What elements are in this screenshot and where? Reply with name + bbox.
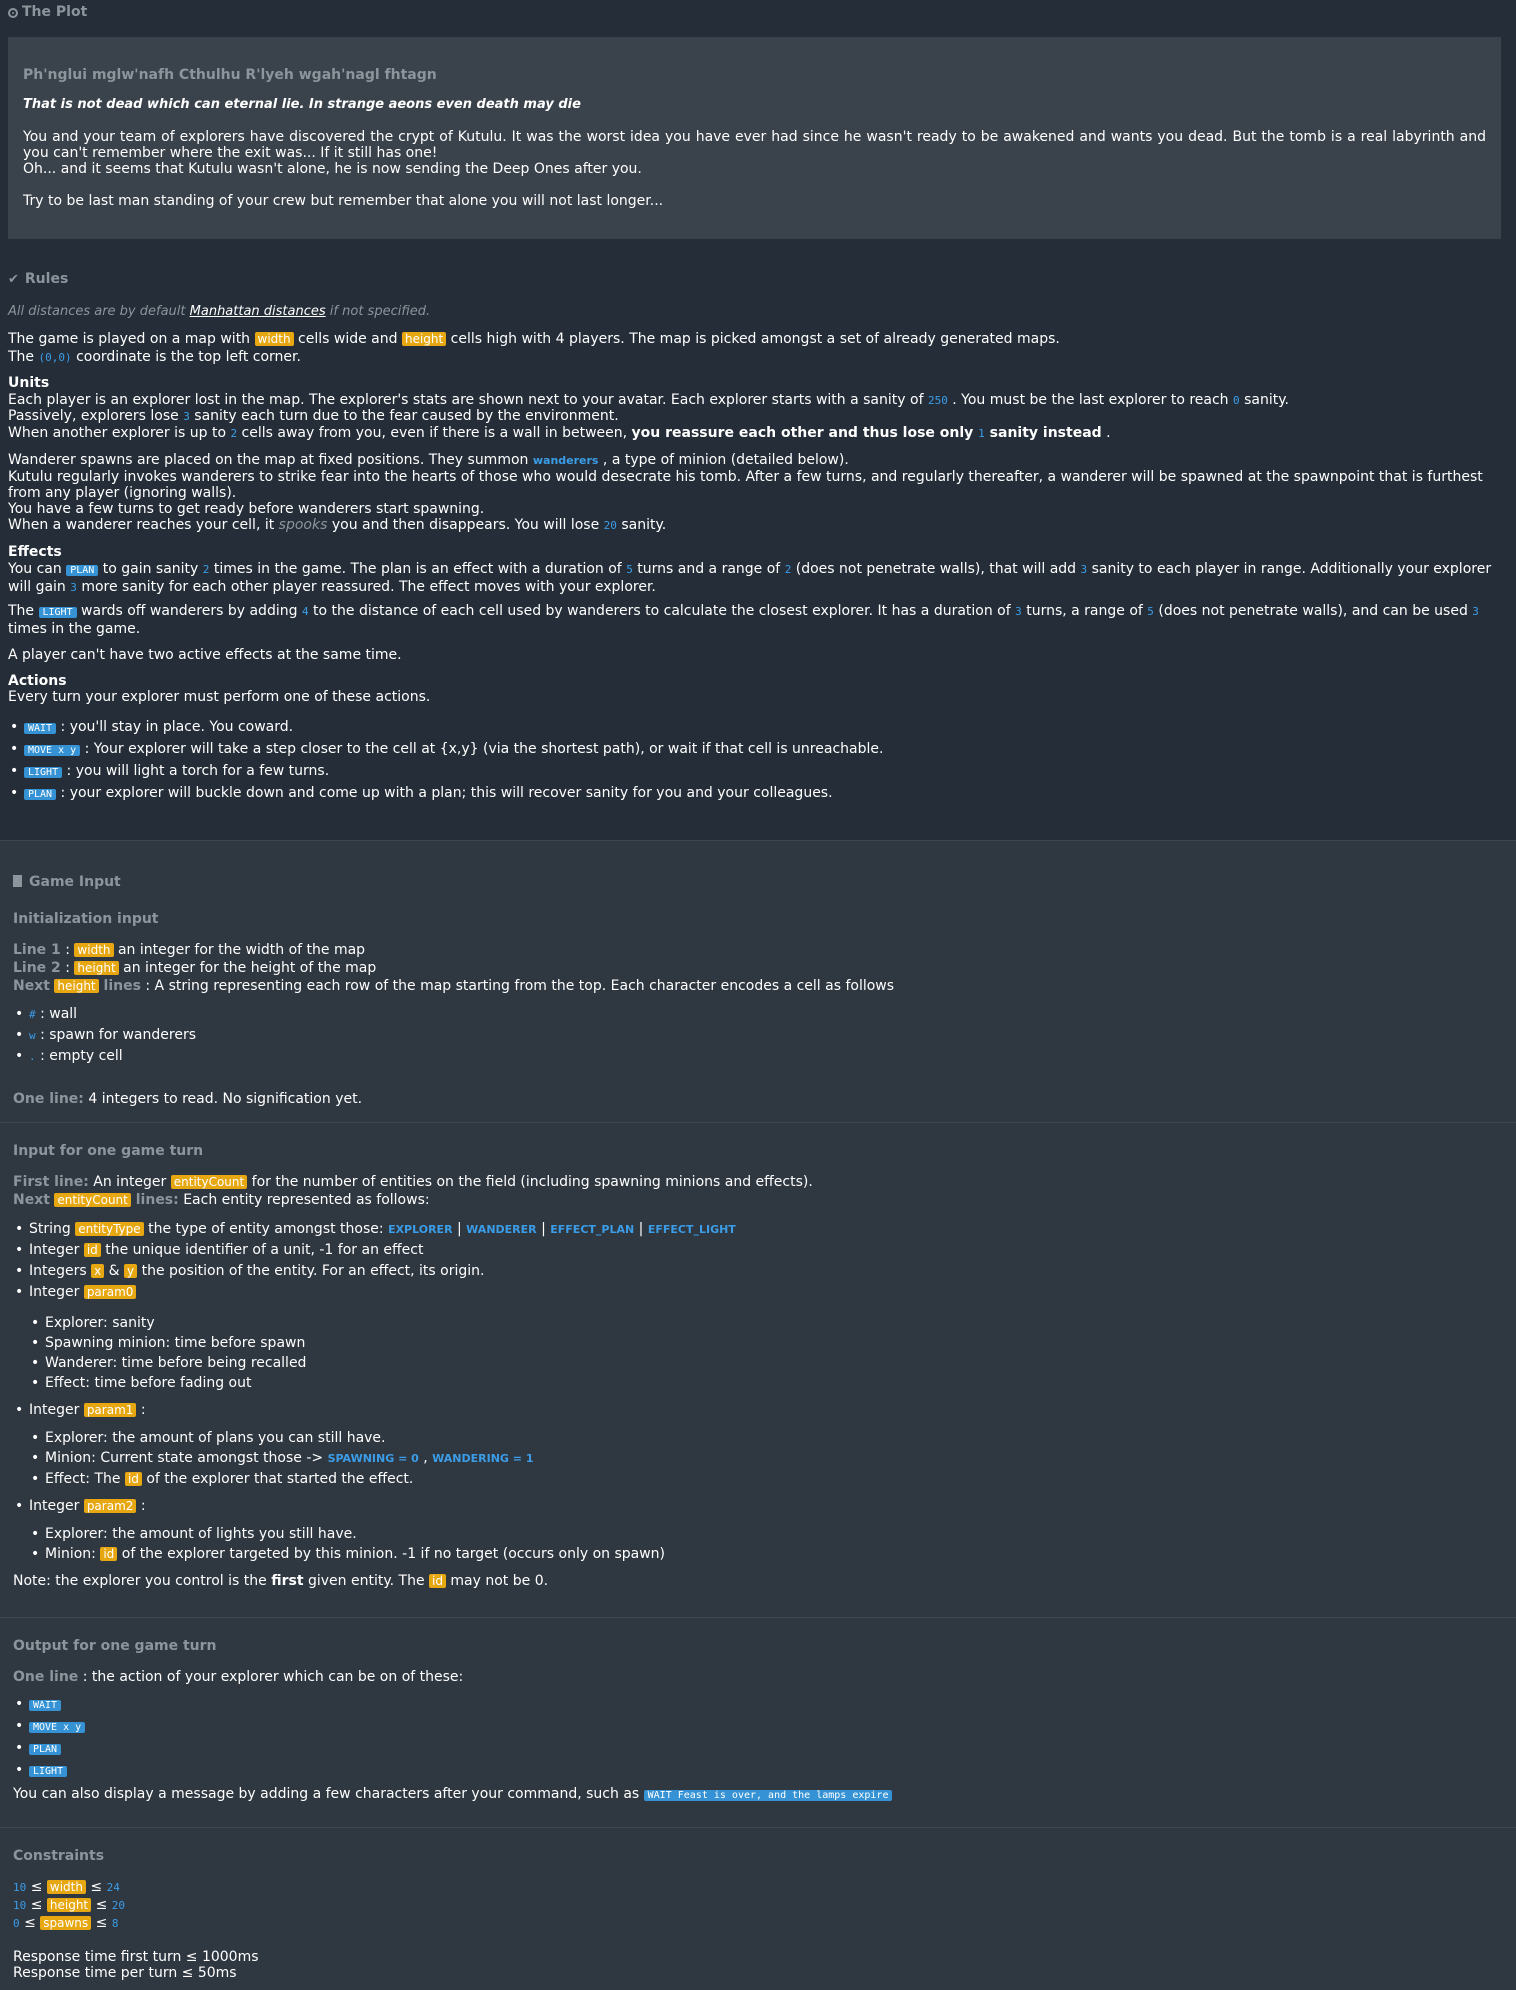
list-item: Spawning minion: time before spawn	[29, 1333, 306, 1353]
output-line: One line : the action of your explorer w…	[13, 1669, 464, 1685]
list-item: String entityType the type of entity amo…	[13, 1219, 736, 1240]
list-item: PLAN	[13, 1738, 85, 1760]
game-input-title: Game Input	[13, 874, 121, 890]
target-icon	[8, 8, 18, 18]
list-item: Integer param2 :	[13, 1496, 146, 1517]
list-item: LIGHT	[13, 1760, 85, 1782]
effects-light: The LIGHT wards off wanderers by adding …	[8, 603, 1479, 637]
list-item: Explorer: the amount of plans you can st…	[29, 1428, 533, 1448]
list-item: Minion: Current state amongst those -> S…	[29, 1448, 533, 1469]
list-item: w : spawn for wanderers	[13, 1025, 196, 1046]
units-line2: Passively, explorers lose 3 sanity each …	[8, 408, 619, 424]
list-item: PLAN : your explorer will buckle down an…	[8, 783, 883, 805]
units-line1: Each player is an explorer lost in the m…	[8, 392, 1289, 408]
param1-list: Explorer: the amount of plans you can st…	[29, 1428, 533, 1489]
init-line2: Line 2 : height an integer for the heigh…	[13, 960, 377, 976]
plot-para3: Try to be last man standing of your crew…	[23, 193, 664, 209]
list-item: # : wall	[13, 1004, 196, 1025]
list-item: Explorer: sanity	[29, 1313, 306, 1333]
list-item: Explorer: the amount of lights you still…	[29, 1524, 665, 1544]
document-icon	[13, 875, 22, 887]
rules-distance: All distances are by default Manhattan d…	[8, 304, 431, 319]
list-item: WAIT : you'll stay in place. You coward.	[8, 717, 883, 739]
list-item: MOVE x y : Your explorer will take a ste…	[8, 739, 883, 761]
entity-list: String entityType the type of entity amo…	[13, 1219, 736, 1303]
wanderer-line3: You have a few turns to get ready before…	[8, 501, 485, 517]
units-line3: When another explorer is up to 2 cells a…	[8, 425, 1111, 441]
rules-map: The game is played on a map with width c…	[8, 331, 1060, 347]
init-input-title: Initialization input	[13, 911, 159, 927]
wanderer-line4: When a wanderer reaches your cell, it sp…	[8, 517, 667, 533]
effects-plan: You can PLAN to gain sanity 2 times in t…	[8, 561, 1492, 595]
effects-note: A player can't have two active effects a…	[8, 647, 402, 663]
output-cmd-list: WAIT MOVE x y PLAN LIGHT	[13, 1694, 86, 1782]
manhattan-link[interactable]: Manhattan distances	[190, 304, 326, 319]
list-item: Integers x & y the position of the entit…	[13, 1261, 736, 1282]
list-item: Integer param1 :	[13, 1400, 146, 1421]
turn-next-lines: Next entityCount lines: Each entity repr…	[13, 1192, 430, 1208]
divider	[0, 840, 1516, 841]
wanderer-line2: Kutulu regularly invokes wanderers to st…	[8, 469, 1483, 501]
list-item: Minion: id of the explorer targeted by t…	[29, 1544, 665, 1564]
actions-list: WAIT : you'll stay in place. You coward.…	[8, 717, 883, 805]
response-time-first: Response time first turn ≤ 1000ms	[13, 1949, 259, 1965]
plot-para1: You and your team of explorers have disc…	[23, 129, 1486, 161]
game-input-panel	[0, 840, 1516, 1990]
init-next-lines: Next height lines : A string representin…	[13, 978, 895, 994]
list-item: . : empty cell	[13, 1046, 196, 1067]
wanderer-line1: Wanderer spawns are placed on the map at…	[8, 452, 849, 468]
plot-quote: That is not dead which can eternal lie. …	[23, 97, 581, 112]
turn-input-title: Input for one game turn	[13, 1143, 204, 1159]
list-item: LIGHT : you will light a torch for a few…	[8, 761, 883, 783]
constraint-row: 0 ≤ spawns ≤ 8	[13, 1915, 119, 1931]
plot-chant: Ph'nglui mglw'nafh Cthulhu R'lyeh wgah'n…	[23, 67, 437, 83]
param0-list: Explorer: sanity Spawning minion: time b…	[29, 1313, 306, 1393]
list-item: Effect: The id of the explorer that star…	[29, 1469, 533, 1489]
init-oneline: One line: 4 integers to read. No signifi…	[13, 1091, 363, 1107]
divider	[0, 1122, 1516, 1123]
output-message: You can also display a message by adding…	[13, 1786, 893, 1804]
cell-list: # : wall w : spawn for wanderers . : emp…	[13, 1004, 196, 1067]
constraints-title: Constraints	[13, 1848, 105, 1864]
output-title: Output for one game turn	[13, 1638, 217, 1654]
actions-title: Actions	[8, 673, 67, 689]
divider	[0, 1827, 1516, 1828]
rules-coord: The (0,0) coordinate is the top left cor…	[8, 349, 301, 365]
plot-title: The Plot	[8, 4, 87, 20]
divider	[0, 1617, 1516, 1618]
check-icon: ✔	[8, 272, 19, 287]
param2-item: Integer param2 :	[13, 1496, 146, 1517]
list-item: Effect: time before fading out	[29, 1373, 306, 1393]
response-time-turn: Response time per turn ≤ 50ms	[13, 1965, 237, 1981]
param1-item: Integer param1 :	[13, 1400, 146, 1421]
units-title: Units	[8, 375, 50, 391]
constraint-row: 10 ≤ width ≤ 24	[13, 1879, 120, 1895]
list-item: Integer param0	[13, 1282, 736, 1303]
list-item: Wanderer: time before being recalled	[29, 1353, 306, 1373]
plot-para2: Oh... and it seems that Kutulu wasn't al…	[23, 161, 642, 177]
rules-title: ✔ Rules	[8, 271, 69, 287]
param2-list: Explorer: the amount of lights you still…	[29, 1524, 665, 1564]
turn-note: Note: the explorer you control is the fi…	[13, 1573, 549, 1589]
actions-intro: Every turn your explorer must perform on…	[8, 689, 431, 705]
constraint-row: 10 ≤ height ≤ 20	[13, 1897, 126, 1913]
list-item: WAIT	[13, 1694, 85, 1716]
list-item: MOVE x y	[13, 1716, 86, 1738]
list-item: Integer id the unique identifier of a un…	[13, 1240, 736, 1261]
turn-first-line: First line: An integer entityCount for t…	[13, 1174, 813, 1190]
effects-title: Effects	[8, 544, 62, 560]
init-line1: Line 1 : width an integer for the width …	[13, 942, 366, 958]
